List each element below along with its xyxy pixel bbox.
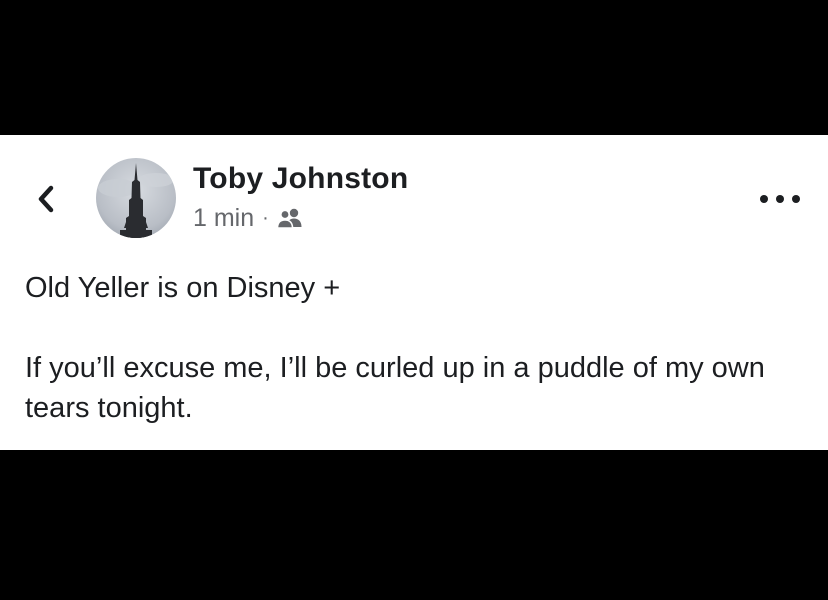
author-name[interactable]: Toby Johnston bbox=[193, 162, 408, 196]
post-meta: 1 min · bbox=[193, 201, 303, 235]
more-horizontal-icon bbox=[760, 195, 768, 203]
meta-separator: · bbox=[262, 206, 269, 229]
friends-icon bbox=[276, 208, 302, 229]
post-card: Toby Johnston 1 min · Old Yeller is on D… bbox=[0, 135, 828, 450]
post-text-paragraph: If you’ll excuse me, I’ll be curled up i… bbox=[25, 352, 765, 424]
post-timestamp[interactable]: 1 min bbox=[193, 204, 254, 233]
post-text-paragraph: Old Yeller is on Disney + bbox=[25, 272, 341, 304]
avatar[interactable] bbox=[96, 158, 176, 238]
back-button[interactable] bbox=[26, 179, 66, 219]
audience-selector[interactable] bbox=[276, 207, 303, 229]
more-options-button[interactable] bbox=[760, 187, 800, 211]
post-body: Old Yeller is on Disney + If you’ll excu… bbox=[25, 268, 805, 428]
chevron-left-icon bbox=[38, 185, 54, 213]
avatar-image bbox=[96, 158, 176, 238]
